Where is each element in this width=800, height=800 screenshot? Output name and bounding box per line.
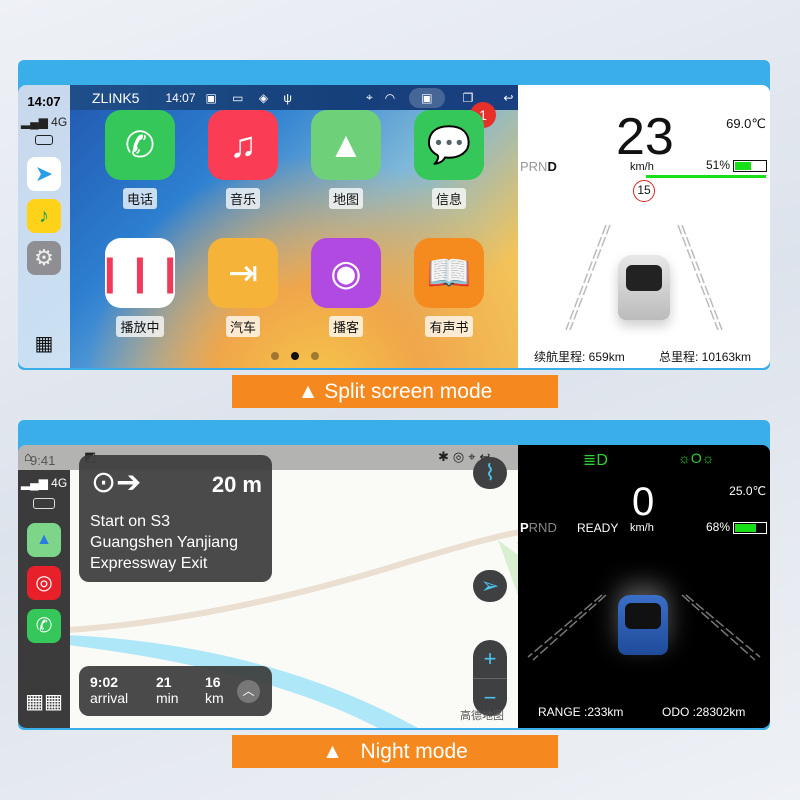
instrument-cluster-day: 23 69.0℃ PRND km/h 51% 15 续航里程: 659km 总里… <box>518 85 770 368</box>
app-label: 音乐 <box>225 188 260 209</box>
back-button[interactable]: ↩ <box>503 91 513 105</box>
carplay-navigation: ⌂ ◩ ✱◎⌖↩ ▂▄▆ 4G ▲ ◎ ✆ ▦▦ 9:41 ⊙➔ 20 m St… <box>18 445 518 728</box>
maps-icon: ▲ <box>311 110 381 180</box>
sidebar-app-phone[interactable]: ✆ <box>27 609 61 643</box>
car-image <box>618 595 668 655</box>
eta-minutes: 21 <box>156 674 172 690</box>
sidebar-app-netease-music[interactable]: ◎ <box>27 566 61 600</box>
sidebar-app-telegram[interactable]: ➤ <box>27 157 61 191</box>
maneuver-card[interactable]: ⊙➔ 20 m Start on S3 Guangshen Yanjiang E… <box>79 455 272 582</box>
turn-right-icon: ⊙➔ <box>91 466 142 499</box>
signal-icon: ▂▄▆ <box>20 476 52 490</box>
night-mode-frame: ⌂ ◩ ✱◎⌖↩ ▂▄▆ 4G ▲ ◎ ✆ ▦▦ 9:41 ⊙➔ 20 m St… <box>18 420 770 730</box>
sidebar-app-settings[interactable]: ⚙ <box>27 241 61 275</box>
eta-distance: 16 <box>205 674 221 690</box>
status-bar: ZLINK5 14:07 ▣ ▭ ◈ ψ ⌖ ◠ ▣ ❐ ↩ <box>70 85 518 110</box>
carplay-sidebar: 14:07 ▂▄▆ 4G ➤ ♪ ⚙ ▦ <box>18 85 70 368</box>
network-type: 4G <box>51 115 68 129</box>
recenter-button[interactable]: ➢ <box>473 570 507 602</box>
book-icon: 📖 <box>414 238 484 308</box>
battery-icon <box>33 498 55 509</box>
app-book[interactable]: 📖 有声书 <box>414 238 484 337</box>
night-mode-label: ▲ Night mode <box>232 735 558 768</box>
instruction-line: Start on S3 <box>90 513 171 530</box>
instruction-line: Expressway Exit <box>90 555 208 572</box>
carplay-sidebar: ▂▄▆ 4G ▲ ◎ ✆ ▦▦ <box>18 470 70 728</box>
podcast-icon: ◉ <box>311 238 381 308</box>
app-grid-button[interactable]: ▦▦ <box>25 689 63 714</box>
app-label: 汽车 <box>225 316 260 337</box>
range-readout: 续航里程: 659km <box>534 350 625 364</box>
multitask-button[interactable]: ❐ <box>463 91 474 105</box>
messages-icon: 💬 <box>414 110 484 180</box>
eta-arrival-time: 9:02 <box>90 674 119 690</box>
app-podcast[interactable]: ◉ 播客 <box>311 238 381 337</box>
music-icon: ♫ <box>208 110 278 180</box>
route-overview-button[interactable]: ⌇ <box>473 457 507 489</box>
zoom-in-button[interactable]: + <box>473 640 507 678</box>
app-messages[interactable]: 💬 信息 <box>414 110 484 209</box>
app-title: ZLINK5 <box>92 89 140 106</box>
battery-icon <box>35 135 53 145</box>
status-time: 14:07 <box>165 90 196 105</box>
range-readout: RANGE :233km <box>538 705 624 719</box>
location-icon: ⌖ <box>365 90 373 104</box>
odometer: 总里程: 10163km <box>659 350 752 364</box>
app-label: 电话 <box>122 188 157 209</box>
app-maps[interactable]: ▲ 地图 <box>311 110 381 209</box>
split-screen-frame: 14:07 ▂▄▆ 4G ➤ ♪ ⚙ ▦ ZLINK5 14:07 ▣ ▭ ◈ … <box>18 60 770 370</box>
eta-label: min <box>156 690 179 706</box>
hotspot-icon: ◠ <box>384 90 396 105</box>
eta-label: arrival <box>90 690 129 706</box>
app-grid-button[interactable]: ▦ <box>35 331 54 356</box>
app-label: 地图 <box>328 188 363 209</box>
now-playing-icon: ❙❙❙ <box>95 238 185 308</box>
phone-icon: ✆ <box>105 110 175 180</box>
map-provider-logo: 高德地图 <box>460 710 504 722</box>
eta-card[interactable]: 9:02 arrival 21 min 16 km ︿ <box>79 666 272 716</box>
carplay-home: 14:07 ▂▄▆ 4G ➤ ♪ ⚙ ▦ ZLINK5 14:07 ▣ ▭ ◈ … <box>18 85 518 368</box>
app-car-exit[interactable]: ⇥ 汽车 <box>208 238 278 337</box>
car-image <box>618 255 670 320</box>
sidebar-app-music[interactable]: ♪ <box>27 199 61 233</box>
app-label: 播放中 <box>116 316 164 337</box>
signal-icon: ▂▄▆ <box>20 115 52 129</box>
car-exit-icon: ⇥ <box>208 238 278 308</box>
app-music[interactable]: ♫ 音乐 <box>208 110 278 209</box>
odometer: ODO :28302km <box>662 705 746 719</box>
app-phone[interactable]: ✆ 电话 <box>105 110 175 209</box>
split-screen-mode-label: ▲ Split screen mode <box>232 375 558 408</box>
app-label: 信息 <box>431 188 466 209</box>
maneuver-distance: 20 m <box>211 472 262 497</box>
app-label: 有声书 <box>425 316 473 337</box>
instruction-line: Guangshen Yanjiang <box>90 534 238 551</box>
eta-label: km <box>205 690 224 706</box>
page-dot[interactable] <box>311 352 319 360</box>
status-icons: ▣ ▭ ◈ ψ <box>205 90 298 105</box>
app-label: 播客 <box>328 316 363 337</box>
screenshot-button[interactable]: ▣ <box>409 87 445 108</box>
lane-lines <box>527 594 761 661</box>
sidebar-time: 14:07 <box>27 94 61 109</box>
network-type: 4G <box>51 476 68 490</box>
expand-chevron-icon[interactable]: ︿ <box>237 680 260 703</box>
app-now-playing[interactable]: ❙❙❙ 播放中 <box>95 238 185 337</box>
instrument-cluster-night: ≣D ☼O☼ 0 25.0℃ PRND READY km/h 68% RANGE… <box>518 445 770 728</box>
lane-lines <box>565 224 723 331</box>
sidebar-time: 9:41 <box>30 453 56 468</box>
page-dot[interactable] <box>271 352 279 360</box>
page-dot-active[interactable] <box>291 352 299 360</box>
sidebar-app-maps[interactable]: ▲ <box>27 523 61 557</box>
